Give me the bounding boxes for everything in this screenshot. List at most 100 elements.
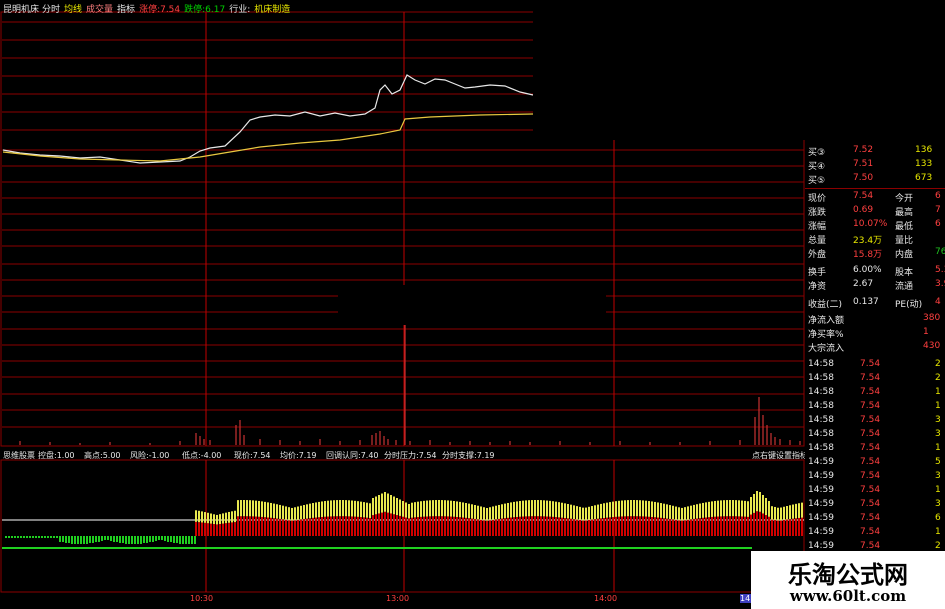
tick-time: 14:59 <box>808 527 834 537</box>
flow-value: 430 <box>923 341 941 351</box>
indicator-title[interactable]: 思维股票 <box>3 450 35 461</box>
tick-row: 14:58 7.54 1 <box>805 400 945 414</box>
bid-label: 买④ <box>808 162 826 172</box>
flow-label: 净流入额 <box>808 316 845 326</box>
tick-volume: 3 <box>935 415 941 425</box>
tick-price: 7.54 <box>860 429 881 439</box>
stat-value: 15.8万 <box>853 250 883 260</box>
stat-value: 6 <box>935 219 941 229</box>
tick-row: 14:58 7.54 2 <box>805 358 945 372</box>
tick-price: 7.54 <box>860 387 881 397</box>
stat-row: 换手 6.00% 股本 5.3 <box>805 264 945 278</box>
chart-header-items: 分时 均线 成交量 指标 涨停:7.54 跌停:6.17 行业: 机床制造 <box>42 2 294 15</box>
tick-volume: 1 <box>935 401 941 411</box>
flow-value: 1 <box>923 327 929 337</box>
indicator-value: 风险:-1.00 <box>130 451 170 460</box>
tick-time: 14:58 <box>808 387 834 397</box>
stat-label: 流通 <box>895 282 914 292</box>
tick-time: 14:58 <box>808 415 834 425</box>
stat-label: 股本 <box>895 268 914 278</box>
header-item[interactable]: 均线 <box>64 5 82 15</box>
tick-volume: 5 <box>935 457 941 467</box>
tick-volume: 2 <box>935 373 941 383</box>
stat-value: 3.9 <box>935 279 945 289</box>
bid-row: 买③ 7.52 136 <box>805 144 945 158</box>
logo-title: 乐淘公式网 <box>788 560 908 589</box>
header-item: 机床制造 <box>254 5 291 15</box>
flow-label: 大宗流入 <box>808 344 845 354</box>
bid-label: 买⑤ <box>808 176 826 186</box>
stat-value: 10.07% <box>853 219 888 229</box>
stat-label: 现价 <box>808 194 827 204</box>
tick-volume: 2 <box>935 541 941 551</box>
stat-value: 76 <box>935 247 945 257</box>
indicator-value: 低点:-4.00 <box>182 451 222 460</box>
bid-price: 7.52 <box>853 145 874 155</box>
flow-row: 净流入额 380 <box>805 312 945 326</box>
tick-time: 14:58 <box>808 401 834 411</box>
indicator-value: 回调认同:7.40 <box>326 451 379 460</box>
flow-value: 380 <box>923 313 941 323</box>
header-item[interactable]: 分时 <box>42 5 60 15</box>
indicator-value: 现价:7.54 <box>234 451 271 460</box>
tick-price: 7.54 <box>860 485 881 495</box>
bid-volume: 133 <box>915 159 933 169</box>
tick-volume: 3 <box>935 429 941 439</box>
flow-label: 净买率% <box>808 330 844 340</box>
tick-time: 14:58 <box>808 429 834 439</box>
stat-label: PE(动) <box>895 300 923 310</box>
stat-label: 净资 <box>808 282 827 292</box>
flow-row: 大宗流入 430 <box>805 340 945 354</box>
stat-row: 涨跌 0.69 最高 7 <box>805 204 945 218</box>
stat-label: 最高 <box>895 208 914 218</box>
tick-price: 7.54 <box>860 373 881 383</box>
bid-volume: 136 <box>915 145 933 155</box>
stat-row: 外盘 15.8万 内盘 76 <box>805 246 945 260</box>
time-axis-label: 13:00 <box>386 594 410 603</box>
tick-row: 14:58 7.54 3 <box>805 428 945 442</box>
tick-price: 7.54 <box>860 541 881 551</box>
overlay-black-box <box>338 285 606 325</box>
indicator-info-bar: 思维股票 点右键设置指标 控盘:1.00 高点:5.00 风险:-1.00 低点:-4… <box>0 449 808 461</box>
indicator-settings-hint[interactable]: 点右键设置指标 <box>752 450 808 461</box>
tick-price: 7.54 <box>860 401 881 411</box>
average-price-line <box>2 113 534 162</box>
tick-time: 14:59 <box>808 541 834 551</box>
tick-price: 7.54 <box>860 457 881 467</box>
tick-volume: 6 <box>935 513 941 523</box>
logo-url: www.60lt.com <box>789 587 907 605</box>
stat-label: 量比 <box>895 236 914 246</box>
stat-value: 0.137 <box>853 297 879 307</box>
bid-price: 7.51 <box>853 159 874 169</box>
tick-price: 7.54 <box>860 443 881 453</box>
stat-label: 最低 <box>895 222 914 232</box>
stat-label: 涨跌 <box>808 208 827 218</box>
stat-label: 收益(二) <box>808 300 843 310</box>
indicator-value: 分时支撑:7.19 <box>442 451 495 460</box>
header-item[interactable]: 指标 <box>117 5 135 15</box>
stat-row: 收益(二) 0.137 PE(动) 4 <box>805 296 945 310</box>
tick-time: 14:59 <box>808 457 834 467</box>
header-item: 涨停:7.54 <box>139 5 181 15</box>
stat-value: 2.67 <box>853 279 874 289</box>
panel-divider <box>805 188 945 189</box>
tick-row: 14:59 7.54 5 <box>805 456 945 470</box>
stock-name: 昆明机床 <box>3 5 40 15</box>
stat-row: 现价 7.54 今开 6 <box>805 190 945 204</box>
stat-label: 内盘 <box>895 250 914 260</box>
bid-volume: 673 <box>915 173 933 183</box>
stat-label: 总量 <box>808 236 827 246</box>
site-logo: 乐淘公式网 www.60lt.com <box>751 551 945 609</box>
indicator-value: 控盘:1.00 <box>38 451 75 460</box>
indicator-value: 均价:7.19 <box>280 451 317 460</box>
bid-row: 买⑤ 7.50 673 <box>805 172 945 186</box>
tick-volume: 1 <box>935 527 941 537</box>
tick-volume: 1 <box>935 443 941 453</box>
stat-value: 4 <box>935 297 941 307</box>
header-item: 跌停:6.17 <box>184 5 226 15</box>
stat-value: 0.69 <box>853 205 874 215</box>
header-item: 行业: <box>229 5 251 15</box>
tick-row: 14:58 7.54 1 <box>805 442 945 456</box>
stat-label: 换手 <box>808 268 827 278</box>
header-item[interactable]: 成交量 <box>86 5 113 15</box>
